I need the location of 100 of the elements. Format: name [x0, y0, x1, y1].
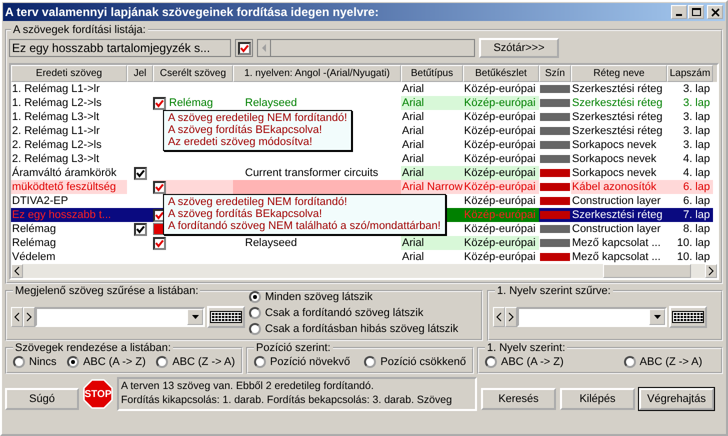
checkbox[interactable] — [238, 42, 250, 54]
keyboard-icon — [210, 311, 242, 323]
table-cell: müködtető feszültség — [11, 180, 127, 194]
previous-button[interactable] — [11, 307, 23, 327]
table-cell-text: 1. Relémag L1->lr — [11, 82, 101, 96]
table-cell-text: Mező kapcsolat ... — [571, 236, 662, 250]
column-header[interactable]: Lapszám — [667, 65, 713, 82]
column-header[interactable]: Jel — [127, 65, 153, 82]
table-cell[interactable]: Szerkesztési réteg — [571, 208, 667, 222]
scroll-left-button[interactable] — [11, 264, 23, 278]
close-button[interactable] — [707, 5, 723, 19]
action-button[interactable]: Kilépés — [560, 388, 635, 410]
action-button[interactable]: Keresés — [481, 388, 556, 410]
group-label: Megjelenő szöveg szűrése a listában: — [14, 285, 200, 297]
table-cell-text: Relémag — [11, 222, 58, 236]
maximize-button[interactable] — [688, 5, 704, 19]
minimize-button[interactable] — [671, 5, 687, 19]
column-header[interactable]: 1. nyelven: Angol -(Arial/Nyugati) — [233, 65, 401, 82]
help-button[interactable]: Súgó — [5, 388, 79, 410]
radio-button[interactable] — [249, 322, 261, 334]
table-cell-text: Szerkesztési réteg — [571, 96, 664, 110]
table-cell-text: Mező kapcsolat ... — [571, 250, 662, 264]
column-header[interactable]: Betűkészlet — [463, 65, 539, 82]
table-cell-text: Közép-európai — [463, 138, 537, 152]
table-cell: 6. lap — [667, 180, 713, 194]
table-cell: Arial — [401, 96, 463, 110]
scroll-thumb[interactable] — [603, 264, 691, 278]
scroll-bar[interactable] — [257, 39, 475, 57]
table-cell-text: Közép-európai — [463, 124, 537, 138]
dictionary-button[interactable]: Szótár>>> — [479, 38, 559, 58]
stop-sign-icon: STOP — [83, 379, 113, 409]
table-cell-text: Közép-európai — [463, 222, 537, 236]
previous-button[interactable] — [493, 307, 505, 327]
action-button[interactable]: Végrehajtás — [639, 388, 714, 410]
minimize-icon — [676, 14, 682, 16]
checkbox[interactable] — [153, 236, 166, 250]
group-label: Szövegek rendezése a listában: — [14, 342, 172, 354]
column-header[interactable]: Eredeti szöveg — [11, 65, 127, 82]
column-header[interactable]: Szín — [539, 65, 571, 82]
table-cell-text: 4. lap — [682, 152, 711, 166]
checkbox[interactable] — [134, 166, 146, 180]
column-header[interactable]: Cserélt szöveg — [153, 65, 233, 82]
table-cell-text: Közép-európai — [463, 250, 537, 264]
radio-button[interactable] — [254, 356, 266, 368]
column-header[interactable]: Réteg neve — [571, 65, 667, 82]
table-cell-text: 3. lap — [682, 82, 711, 96]
caret-icon — [654, 315, 660, 319]
tooltip-line: A fordítandó szöveg NEM található a szó/mondattárban! — [168, 220, 441, 232]
table-cell-text: Közép-európai — [463, 82, 537, 96]
table-cell-text: 1. Relémag L3->lt — [11, 110, 100, 124]
table-cell-text: Relémag — [11, 236, 58, 250]
radio-label: Minden szöveg látszik — [265, 290, 373, 302]
table-cell[interactable] — [127, 208, 153, 222]
table-cell-text: 4. lap — [682, 166, 711, 180]
next-button[interactable] — [505, 307, 517, 327]
table-cell-text: Construction layer — [571, 194, 662, 208]
table-cell: Relémag — [169, 97, 214, 109]
keyboard-button[interactable] — [207, 306, 245, 328]
scroll-right-button[interactable] — [705, 264, 717, 278]
table-cell[interactable]: 7. lap — [667, 208, 713, 222]
radio-button[interactable] — [249, 306, 261, 318]
next-button[interactable] — [23, 307, 35, 327]
table-cell[interactable]: Ez egy hosszabb t... — [11, 208, 127, 222]
group-label: A szövegek fordítási listája: — [12, 24, 147, 36]
checkbox[interactable] — [153, 96, 166, 110]
table-cell-text: DTIVA2-EP — [11, 194, 70, 208]
table-cell-text: 2. Relémag L1->lr — [11, 124, 101, 138]
checkbox[interactable] — [134, 222, 146, 236]
radio-button[interactable] — [67, 356, 80, 368]
table-cell-text: 2. Relémag L3->lt — [11, 152, 100, 166]
tooltip-line: Az eredeti szöveg módosítva! — [168, 136, 314, 148]
radio-button[interactable] — [13, 356, 25, 368]
scroll-bar[interactable] — [11, 264, 717, 278]
radio-button[interactable] — [364, 356, 376, 368]
column-header[interactable]: Betűtípus — [401, 65, 463, 82]
table-cell-text: 3. lap — [682, 110, 711, 124]
table-cell-text: 8. lap — [682, 222, 711, 236]
table-cell-text: Arial — [401, 250, 426, 264]
table-cell-text: 3. lap — [682, 124, 711, 138]
table-cell-text: 10. lap — [676, 236, 711, 250]
checkbox[interactable] — [153, 180, 166, 194]
radio-button[interactable] — [624, 356, 636, 368]
radio-label: Csak a fordításban hibás szöveg látszik — [265, 322, 458, 334]
table-cell-text: Current transformer circuits — [244, 166, 380, 180]
radio-button[interactable] — [156, 356, 168, 368]
keyboard-button[interactable] — [669, 306, 707, 328]
table-cell-text: 3. lap — [682, 96, 711, 110]
radio-button[interactable] — [485, 356, 497, 368]
table-cell-text: Arial — [401, 138, 426, 152]
table-cell-text: Közép-európai — [463, 194, 537, 208]
tooltip-line: A szöveg fordítás BEkapcsolva! — [168, 208, 324, 220]
text-field[interactable]: Ez egy hosszabb tartalomjegyzék s... — [9, 39, 231, 57]
caret-icon — [192, 315, 198, 319]
radio-label: Pozíció csökkenő — [380, 356, 466, 368]
radio-label: ABC (A -> Z) — [501, 356, 564, 368]
group-label: Pozíció szerint: — [255, 342, 332, 354]
radio-button[interactable] — [249, 290, 261, 302]
table-cell: Arial — [401, 236, 463, 250]
radio-label: Csak a fordítandó szöveg látszik — [265, 306, 424, 318]
left-arrow-icon — [262, 44, 266, 52]
